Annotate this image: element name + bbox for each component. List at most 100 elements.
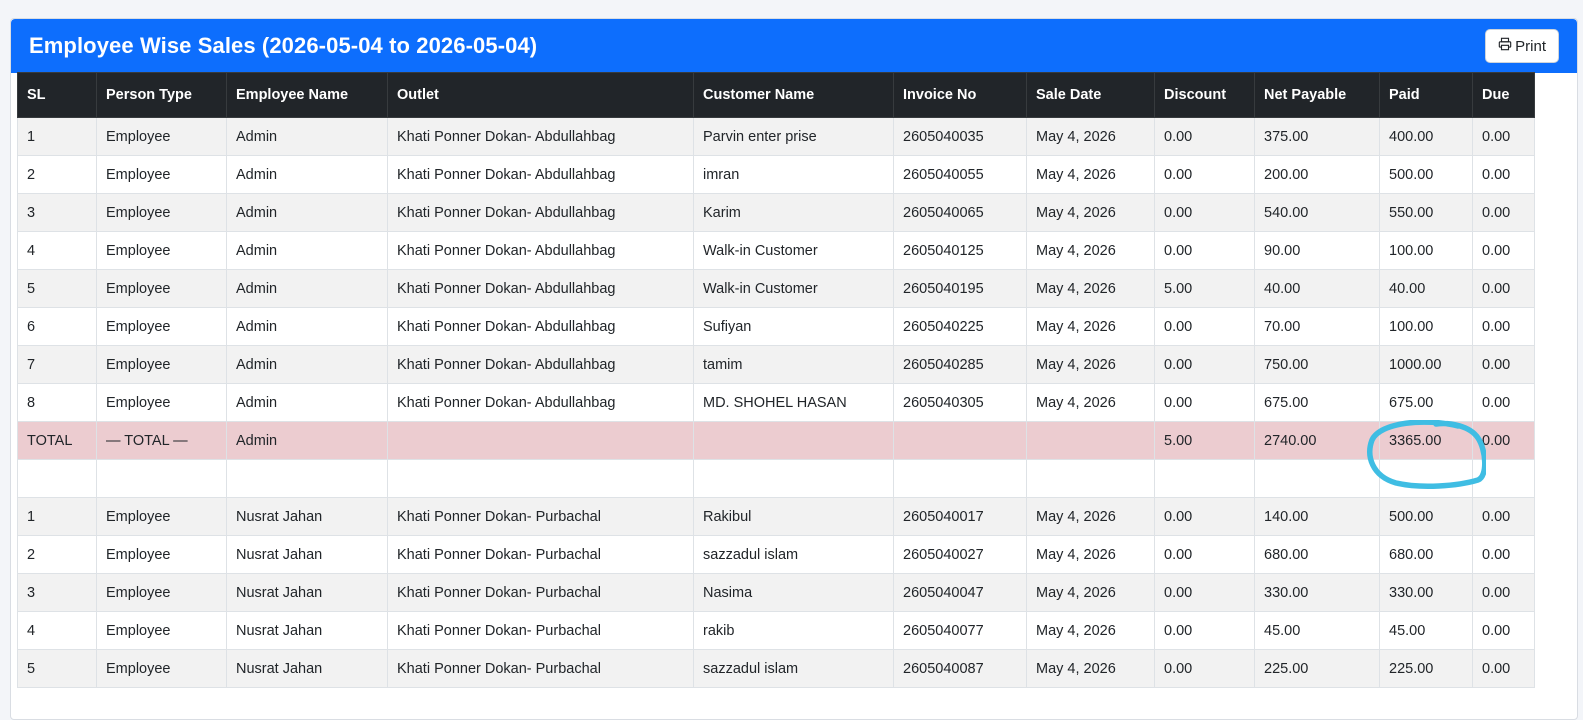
table-cell <box>1379 459 1473 498</box>
table-cell: imran <box>693 155 894 194</box>
table-cell <box>1254 459 1380 498</box>
table-cell <box>226 459 388 498</box>
column-header: Employee Name <box>226 72 388 118</box>
table-cell: 675.00 <box>1379 383 1473 422</box>
table-cell: 675.00 <box>1254 383 1380 422</box>
table-cell: 2605040305 <box>893 383 1027 422</box>
table-cell: Admin <box>226 421 388 460</box>
table-cell: 0.00 <box>1154 345 1255 384</box>
column-header: SL <box>17 72 97 118</box>
table-cell <box>96 459 227 498</box>
table-cell <box>17 459 97 498</box>
table-cell <box>693 459 894 498</box>
table-cell: 0.00 <box>1472 117 1535 156</box>
table-cell: 5 <box>17 649 97 688</box>
table-cell <box>1154 459 1255 498</box>
table-cell: 40.00 <box>1379 269 1473 308</box>
table-cell: Admin <box>226 155 388 194</box>
table-cell: — TOTAL — <box>96 421 227 460</box>
table-cell: May 4, 2026 <box>1026 307 1155 346</box>
sales-table: SL Person Type Employee Name Outlet Customer… <box>17 72 1535 688</box>
table-cell <box>387 421 694 460</box>
table-cell: May 4, 2026 <box>1026 573 1155 612</box>
table-cell: 2605040017 <box>893 497 1027 536</box>
table-cell: Employee <box>96 307 227 346</box>
table-cell <box>893 421 1027 460</box>
table-cell: Nasima <box>693 573 894 612</box>
table-cell: Nusrat Jahan <box>226 611 388 650</box>
table-cell: May 4, 2026 <box>1026 155 1155 194</box>
table-cell: Khati Ponner Dokan- Abdullahbag <box>387 231 694 270</box>
table-cell: 0.00 <box>1472 231 1535 270</box>
column-header: Invoice No <box>893 72 1027 118</box>
table-cell: Admin <box>226 383 388 422</box>
table-cell: 400.00 <box>1379 117 1473 156</box>
table-cell: 750.00 <box>1254 345 1380 384</box>
table-cell: Employee <box>96 497 227 536</box>
table-cell: 2605040047 <box>893 573 1027 612</box>
table-cell: Nusrat Jahan <box>226 649 388 688</box>
table-cell: Khati Ponner Dokan- Abdullahbag <box>387 345 694 384</box>
table-cell <box>387 459 694 498</box>
table-cell: 0.00 <box>1472 611 1535 650</box>
table-cell: May 4, 2026 <box>1026 611 1155 650</box>
table-cell: 2605040035 <box>893 117 1027 156</box>
table-cell: 2605040125 <box>893 231 1027 270</box>
table-cell: 2605040285 <box>893 345 1027 384</box>
table-cell: 70.00 <box>1254 307 1380 346</box>
sales-table-wrapper: SL Person Type Employee Name Outlet Customer… <box>17 72 1535 688</box>
table-cell: Employee <box>96 383 227 422</box>
table-cell: Karim <box>693 193 894 232</box>
table-row: 2 Employee Admin Khati Ponner Dokan- Abdull… <box>17 155 1535 194</box>
table-cell: 45.00 <box>1254 611 1380 650</box>
table-cell: 0.00 <box>1472 383 1535 422</box>
table-cell: Khati Ponner Dokan- Abdullahbag <box>387 307 694 346</box>
table-cell: Khati Ponner Dokan- Purbachal <box>387 573 694 612</box>
table-cell: 1000.00 <box>1379 345 1473 384</box>
column-header: Due <box>1472 72 1535 118</box>
table-cell: Khati Ponner Dokan- Purbachal <box>387 649 694 688</box>
table-cell: 3365.00 <box>1379 421 1473 460</box>
table-cell: 680.00 <box>1254 535 1380 574</box>
table-cell: Employee <box>96 345 227 384</box>
table-cell: 0.00 <box>1154 497 1255 536</box>
column-header: Outlet <box>387 72 694 118</box>
page-title: Employee Wise Sales (2026-05-04 to 2026-… <box>29 33 538 58</box>
card-header: Employee Wise Sales (2026-05-04 to 2026-… <box>11 19 1577 73</box>
table-cell: Nusrat Jahan <box>226 573 388 612</box>
table-cell: 5.00 <box>1154 269 1255 308</box>
table-cell: Employee <box>96 155 227 194</box>
table-row: 4 Employee Nusrat Jahan Khati Ponner Dokan-… <box>17 611 1535 650</box>
table-cell: Rakibul <box>693 497 894 536</box>
table-cell: Nusrat Jahan <box>226 497 388 536</box>
table-cell: 1 <box>17 497 97 536</box>
table-cell: May 4, 2026 <box>1026 383 1155 422</box>
table-cell: MD. SHOHEL HASAN <box>693 383 894 422</box>
table-cell: 100.00 <box>1379 307 1473 346</box>
table-row: 4 Employee Admin Khati Ponner Dokan- Abdull… <box>17 231 1535 270</box>
table-cell: May 4, 2026 <box>1026 269 1155 308</box>
table-row: 3 Employee Nusrat Jahan Khati Ponner Dokan-… <box>17 573 1535 612</box>
table-cell: May 4, 2026 <box>1026 497 1155 536</box>
table-cell: Admin <box>226 117 388 156</box>
table-cell: 0.00 <box>1472 421 1535 460</box>
table-cell: sazzadul islam <box>693 535 894 574</box>
table-cell: Khati Ponner Dokan- Abdullahbag <box>387 117 694 156</box>
table-cell: 2605040087 <box>893 649 1027 688</box>
table-cell: 0.00 <box>1154 611 1255 650</box>
table-cell: Nusrat Jahan <box>226 535 388 574</box>
table-cell: sazzadul islam <box>693 649 894 688</box>
table-cell: 2 <box>17 535 97 574</box>
column-header: Discount <box>1154 72 1255 118</box>
table-cell: 0.00 <box>1472 573 1535 612</box>
table-row: 2 Employee Nusrat Jahan Khati Ponner Dokan-… <box>17 535 1535 574</box>
table-cell: Parvin enter prise <box>693 117 894 156</box>
table-header-row: SL Person Type Employee Name Outlet Customer… <box>17 72 1535 118</box>
table-cell: Admin <box>226 269 388 308</box>
table-cell: Admin <box>226 193 388 232</box>
table-cell: 2 <box>17 155 97 194</box>
print-button[interactable]: Print <box>1485 29 1559 63</box>
table-cell: Khati Ponner Dokan- Abdullahbag <box>387 269 694 308</box>
table-cell: 375.00 <box>1254 117 1380 156</box>
table-cell: 225.00 <box>1254 649 1380 688</box>
